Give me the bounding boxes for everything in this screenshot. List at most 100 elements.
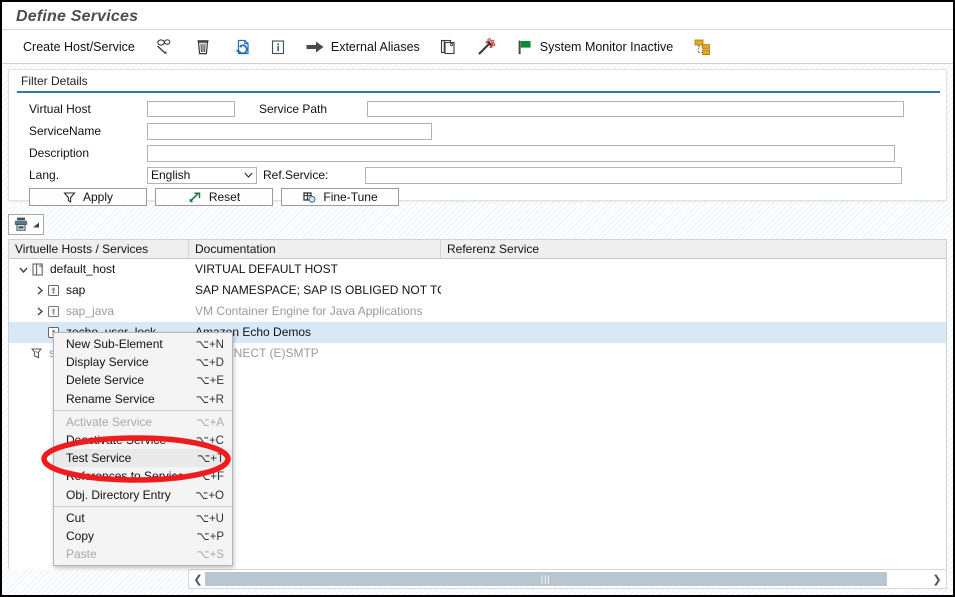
context-menu-item-shortcut: ⌥+A xyxy=(196,416,224,429)
description-input[interactable] xyxy=(147,144,895,162)
chevron-right-icon[interactable] xyxy=(33,307,46,316)
context-menu-item-shortcut: ⌥+S xyxy=(196,549,224,562)
context-menu-item[interactable]: Delete Service ⌥+E xyxy=(54,371,232,389)
funnel-icon xyxy=(63,191,76,204)
filter-button-row: Apply Reset Fine-Tune xyxy=(9,188,946,206)
ref-service-label: Ref.Service: xyxy=(263,168,329,182)
context-menu-item-shortcut: ⌥+N xyxy=(195,339,224,352)
refresh-page-icon xyxy=(231,37,251,57)
service-path-input[interactable] xyxy=(367,101,904,117)
context-menu-item-shortcut: ⌥+C xyxy=(195,435,224,448)
context-menu-item-label: Cut xyxy=(66,510,85,525)
context-menu-item[interactable]: References to Service ⌥+F xyxy=(54,467,232,485)
horizontal-scrollbar[interactable]: ❮ ||| ❯ xyxy=(188,569,947,589)
context-menu-item-shortcut: ⌥+D xyxy=(195,357,224,370)
context-menu-item-label: Deactivate Service xyxy=(66,433,167,448)
service-path-label: Service Path xyxy=(259,102,328,116)
tree-toolbar xyxy=(8,213,947,235)
table-row[interactable]: sap SAP NAMESPACE; SAP IS OBLIGED NOT TO… xyxy=(9,280,946,301)
column-header-documentation[interactable]: Documentation xyxy=(189,240,441,258)
create-host-service-label: Create Host/Service xyxy=(23,39,135,54)
tree-node-label: sap_java xyxy=(66,304,115,318)
context-menu-item-label: New Sub-Element xyxy=(66,337,163,352)
scrollbar-track[interactable]: ||| xyxy=(205,572,930,586)
tree-node-label: sap xyxy=(66,283,86,297)
hierarchy-tree-icon xyxy=(691,37,713,57)
row-documentation: VIRTUAL DEFAULT HOST xyxy=(195,262,338,276)
row-referenz xyxy=(441,280,946,301)
define-services-window: Define Services Create Host/Service Exte… xyxy=(0,0,955,597)
lang-select-wrapper: English xyxy=(147,166,257,184)
hierarchy-tree-button[interactable] xyxy=(682,34,722,60)
system-monitor-label: System Monitor Inactive xyxy=(539,39,674,54)
tree-node-cell[interactable]: sap_java xyxy=(9,301,189,322)
context-menu-item-shortcut: ⌥+U xyxy=(195,512,224,525)
context-menu-item-label: Display Service xyxy=(66,355,149,370)
system-monitor-button[interactable]: System Monitor Inactive xyxy=(507,34,682,60)
chevron-right-icon[interactable] xyxy=(33,286,46,295)
scroll-right-arrow-icon[interactable]: ❯ xyxy=(930,571,944,587)
tree-node-cell[interactable]: sap xyxy=(9,280,189,301)
create-host-service-button[interactable]: Create Host/Service xyxy=(14,34,144,60)
context-menu-item-label: Obj. Directory Entry xyxy=(66,487,171,502)
context-menu-item[interactable]: New Sub-Element ⌥+N xyxy=(54,335,232,353)
fine-tune-button[interactable]: Fine-Tune xyxy=(281,188,399,206)
filter-form: Virtual Host Service Path ServiceName De… xyxy=(9,93,946,206)
magic-wand-button[interactable] xyxy=(467,34,507,60)
context-menu-item-label: Rename Service xyxy=(66,391,155,406)
column-header-hosts-services[interactable]: Virtuelle Hosts / Services xyxy=(9,240,189,258)
info-button[interactable] xyxy=(260,34,296,60)
display-change-icon xyxy=(153,37,175,57)
virtual-host-input[interactable] xyxy=(147,101,235,117)
lang-label: Lang. xyxy=(29,168,60,182)
context-menu-item[interactable]: Rename Service ⌥+R xyxy=(54,390,232,408)
chevron-down-icon[interactable] xyxy=(17,266,30,274)
service-name-input[interactable] xyxy=(147,122,432,140)
context-menu-item-shortcut: ⌥+E xyxy=(196,375,224,388)
trash-delete-icon xyxy=(193,37,213,57)
reset-label: Reset xyxy=(208,190,241,204)
context-menu-separator xyxy=(54,409,232,411)
apply-button[interactable]: Apply xyxy=(29,188,147,206)
table-row[interactable]: default_host VIRTUAL DEFAULT HOST xyxy=(9,259,946,280)
context-menu-item[interactable]: Deactivate Service ⌥+C xyxy=(54,431,232,449)
context-menu-item[interactable]: Cut ⌥+U xyxy=(54,509,232,527)
context-menu-item-shortcut: ⌥+T xyxy=(197,453,224,466)
table-row[interactable]: sap_java VM Container Engine for Java Ap… xyxy=(9,301,946,322)
smtp-node-icon xyxy=(29,346,44,361)
virtual-host-label: Virtual Host xyxy=(29,102,91,116)
description-label: Description xyxy=(29,146,90,160)
service-name-label: ServiceName xyxy=(29,124,102,138)
column-header-referenz-service[interactable]: Referenz Service xyxy=(441,240,946,258)
scrollbar-thumb[interactable]: ||| xyxy=(205,572,887,586)
ref-service-input[interactable] xyxy=(365,166,902,184)
context-menu-item-shortcut: ⌥+F xyxy=(197,471,224,484)
context-menu-item: Activate Service ⌥+A xyxy=(54,413,232,431)
filter-row-description: Description xyxy=(9,143,946,163)
copy-pages-button[interactable] xyxy=(429,34,467,60)
reset-button[interactable]: Reset xyxy=(155,188,273,206)
service-context-menu[interactable]: New Sub-Element ⌥+N Display Service ⌥+D Dele… xyxy=(53,332,233,567)
display-change-button[interactable] xyxy=(144,34,184,60)
context-menu-item[interactable]: Display Service ⌥+D xyxy=(54,353,232,371)
row-referenz xyxy=(441,322,946,343)
printer-icon xyxy=(13,216,29,232)
context-menu-item[interactable]: Test Service ⌥+T xyxy=(54,449,232,468)
window-titlebar: Define Services xyxy=(2,2,953,30)
print-button[interactable] xyxy=(8,213,44,235)
filter-row-virtual-host: Virtual Host Service Path xyxy=(9,99,946,119)
filter-row-service-name: ServiceName xyxy=(9,121,946,141)
row-documentation: SAP NAMESPACE; SAP IS OBLIGED NOT TO D… xyxy=(195,283,441,297)
virtual-host-icon xyxy=(30,262,45,277)
lang-select[interactable]: English xyxy=(147,166,257,184)
context-menu-item[interactable]: Obj. Directory Entry ⌥+O xyxy=(54,486,232,504)
corner-triangle-icon xyxy=(32,219,40,229)
context-menu-item[interactable]: Copy ⌥+P xyxy=(54,527,232,545)
tree-node-cell[interactable]: default_host xyxy=(9,259,189,280)
scroll-left-arrow-icon[interactable]: ❮ xyxy=(191,571,205,587)
external-aliases-button[interactable]: External Aliases xyxy=(296,34,429,60)
delete-button[interactable] xyxy=(184,34,222,60)
main-toolbar: Create Host/Service External Aliases Sys… xyxy=(2,30,953,64)
context-menu-item-label: Test Service xyxy=(66,451,132,466)
refresh-button[interactable] xyxy=(222,34,260,60)
